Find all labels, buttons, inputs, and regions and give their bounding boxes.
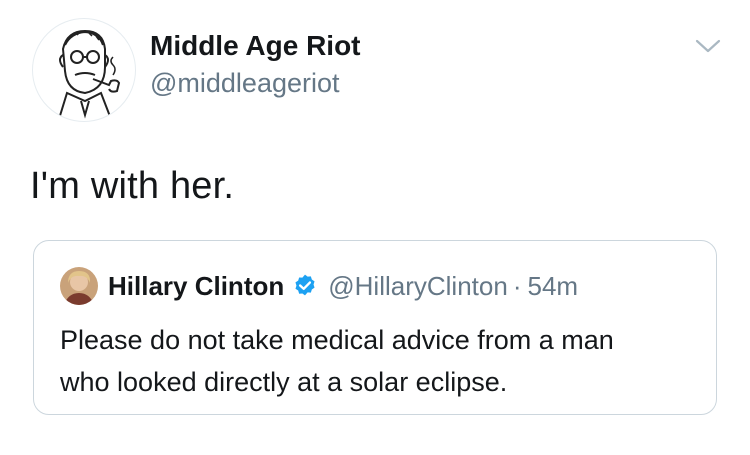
meta-separator: · <box>512 270 522 301</box>
verified-badge-icon <box>292 273 318 299</box>
tweet-menu-button[interactable] <box>693 34 723 58</box>
tweet: Middle Age Riot @middleageriot I'm with … <box>0 0 750 455</box>
author-handle[interactable]: @middleageriot <box>150 68 340 99</box>
tweet-text: I'm with her. <box>30 165 235 207</box>
avatar-illustration-icon <box>58 29 121 120</box>
quoted-tweet-header: Hillary Clinton @HillaryClinton · 54m <box>108 269 578 303</box>
quoted-tweet-text-line: who looked directly at a solar eclipse. <box>60 367 508 397</box>
chevron-down-icon <box>695 39 721 53</box>
quoted-tweet-text: Please do not take medical advice from a… <box>60 319 700 403</box>
author-display-name[interactable]: Middle Age Riot <box>150 30 361 62</box>
avatar-photo-icon <box>60 267 98 305</box>
quoted-author-display-name[interactable]: Hillary Clinton <box>108 271 284 302</box>
author-avatar[interactable] <box>32 18 136 122</box>
quoted-author-handle[interactable]: @HillaryClinton <box>328 271 508 302</box>
quoted-tweet-card[interactable]: Hillary Clinton @HillaryClinton · 54m Pl… <box>33 240 717 415</box>
quoted-tweet-text-line: Please do not take medical advice from a… <box>60 325 614 355</box>
quoted-tweet-timestamp[interactable]: 54m <box>527 271 578 302</box>
quoted-author-avatar[interactable] <box>60 267 98 305</box>
